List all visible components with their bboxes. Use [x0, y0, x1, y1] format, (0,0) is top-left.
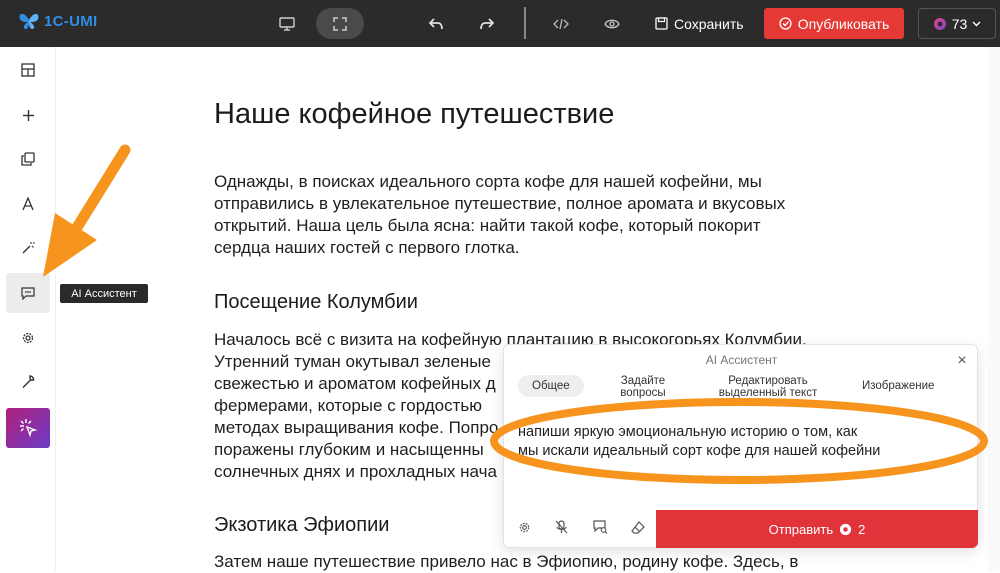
- tab-ask-questions[interactable]: Задайте вопросы: [608, 375, 678, 399]
- floppy-icon: [655, 17, 668, 30]
- desktop-view-button[interactable]: [276, 8, 298, 39]
- fullscreen-button[interactable]: [316, 8, 364, 39]
- gear-icon: [22, 332, 34, 344]
- close-icon[interactable]: ×: [954, 353, 970, 369]
- mic-off-button[interactable]: [551, 517, 571, 537]
- ai-assistant-panel: AI Ассистент × Общее Задайте вопросы Ред…: [503, 344, 978, 548]
- tab-general[interactable]: Общее: [518, 375, 584, 397]
- eraser-icon: [631, 520, 645, 534]
- clear-button[interactable]: [628, 517, 648, 537]
- page-title[interactable]: Наше кофейное путешествие: [214, 98, 614, 131]
- search-chat-button[interactable]: [590, 517, 610, 537]
- panel-settings-button[interactable]: [514, 517, 534, 537]
- prompt-textarea[interactable]: напиши яркую эмоциональную историю о том…: [518, 423, 968, 461]
- ethiopia-paragraph[interactable]: Затем наше путешествие привело нас в Эфи…: [214, 551, 834, 573]
- undo-button[interactable]: [426, 8, 446, 39]
- ai-assistant-tooltip: AI Ассистент: [60, 284, 148, 303]
- sidebar-ai-magic-button[interactable]: [6, 408, 50, 448]
- page-scrollbar[interactable]: [988, 47, 1000, 571]
- tab-edit-selected[interactable]: Редактировать выделенный текст: [709, 375, 827, 399]
- tab-label: Общее: [532, 380, 570, 392]
- wrench-icon: [22, 375, 35, 388]
- sparkle-cursor-icon: [20, 419, 38, 438]
- expand-icon: [333, 16, 347, 31]
- tab-label: Задайте: [620, 375, 666, 387]
- tab-label: Изображение: [862, 380, 935, 392]
- sidebar-item-settings[interactable]: [6, 318, 50, 358]
- top-toolbar: 1C-UMI Сохранить Опубликовать 73: [0, 0, 1000, 47]
- intro-line: отправились в увлекательное путешествие,…: [214, 194, 786, 213]
- coin-icon: [840, 523, 852, 535]
- save-button[interactable]: Сохранить: [655, 8, 744, 39]
- credits-dropdown[interactable]: 73: [918, 8, 996, 39]
- chat-icon: [21, 286, 35, 300]
- chevron-down-icon: [972, 21, 981, 26]
- intro-line: Однажды, в поисках идеального сорта кофе…: [214, 172, 762, 191]
- font-icon: [22, 197, 34, 211]
- chat-search-icon: [592, 520, 607, 534]
- left-sidebar: [0, 47, 56, 571]
- prompt-line: мы искали идеальный сорт кофе для нашей …: [518, 443, 881, 459]
- code-icon: [553, 18, 569, 29]
- undo-icon: [429, 17, 443, 29]
- eye-icon: [604, 19, 620, 28]
- logo-text: 1C-UMI: [44, 12, 98, 30]
- copy-pages-icon: [21, 152, 35, 166]
- sidebar-item-add[interactable]: [6, 95, 50, 135]
- ethiopia-line: Затем наше путешествие привело нас в Эфи…: [214, 552, 799, 571]
- prompt-line: напиши яркую эмоциональную историю о том…: [518, 424, 858, 440]
- check-circle-icon: [779, 17, 792, 30]
- butterfly-logo-icon: [19, 13, 39, 29]
- send-button[interactable]: Отправить 2: [656, 510, 978, 548]
- preview-button[interactable]: [601, 8, 623, 39]
- sidebar-item-tools[interactable]: [6, 362, 50, 402]
- sidebar-item-magic[interactable]: [6, 228, 50, 268]
- sidebar-item-layout[interactable]: [6, 50, 50, 90]
- sidebar-item-typography[interactable]: [6, 184, 50, 224]
- send-cost: 2: [858, 521, 866, 537]
- toolbar-separator: [524, 7, 526, 39]
- grid-layout-icon: [21, 63, 35, 77]
- magic-wand-icon: [22, 242, 35, 254]
- mic-off-icon: [555, 520, 567, 534]
- send-label: Отправить: [768, 521, 834, 537]
- coin-icon: [933, 17, 946, 30]
- redo-icon: [480, 17, 494, 29]
- sidebar-item-pages[interactable]: [6, 139, 50, 179]
- code-view-button[interactable]: [550, 8, 572, 39]
- tab-label: Редактировать: [728, 375, 808, 387]
- credits-count: 73: [951, 15, 968, 32]
- intro-line: сердца наших гостей с первого глотка.: [214, 238, 520, 257]
- redo-button[interactable]: [477, 8, 497, 39]
- sidebar-item-ai-assistant[interactable]: [6, 273, 50, 313]
- publish-button[interactable]: Опубликовать: [764, 8, 904, 39]
- section-heading-colombia[interactable]: Посещение Колумбии: [214, 291, 418, 314]
- save-label: Сохранить: [674, 15, 744, 32]
- section-heading-ethiopia[interactable]: Экзотика Эфиопии: [214, 514, 389, 537]
- panel-title: AI Ассистент: [705, 353, 778, 367]
- intro-paragraph[interactable]: Однажды, в поисках идеального сорта кофе…: [214, 171, 834, 259]
- publish-label: Опубликовать: [797, 15, 890, 32]
- intro-line: открытий. Наша цель была ясна: найти так…: [214, 216, 761, 235]
- plus-icon: [22, 109, 34, 121]
- gear-icon: [519, 522, 529, 532]
- tab-label: выделенный текст: [718, 387, 818, 399]
- app-logo[interactable]: 1C-UMI: [18, 11, 97, 31]
- monitor-icon: [279, 16, 295, 31]
- tab-label: вопросы: [620, 387, 666, 399]
- tab-image[interactable]: Изображение: [848, 375, 948, 397]
- annotation-arrow-shaft: [62, 144, 131, 248]
